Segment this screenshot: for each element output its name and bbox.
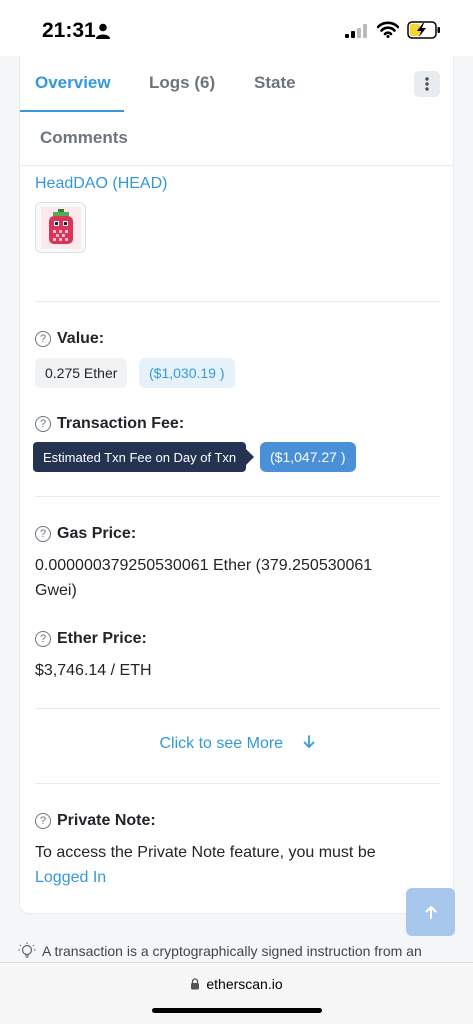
value-usd: ($1,030.19 )	[139, 358, 235, 388]
fee-tooltip: Estimated Txn Fee on Day of Txn	[33, 442, 255, 472]
scroll-to-top-button[interactable]	[406, 888, 455, 936]
tab-bar: Overview Logs (6) State Comments	[20, 56, 453, 166]
tab-state[interactable]: State	[254, 73, 296, 93]
footer-note-text: A transaction is a cryptographically sig…	[42, 943, 422, 959]
question-circle-icon[interactable]: ?	[35, 813, 51, 829]
fee-label-text: Transaction Fee:	[57, 415, 185, 432]
question-circle-icon[interactable]: ?	[35, 526, 51, 542]
fee-usd-badge[interactable]: ($1,047.27 )	[260, 442, 356, 472]
value-amount: 0.275 Ether	[35, 358, 128, 388]
tab-overview[interactable]: Overview	[35, 73, 111, 93]
question-circle-icon[interactable]: ?	[35, 631, 51, 647]
ether-price-label-text: Ether Price:	[57, 630, 147, 647]
arrow-up-icon	[425, 906, 436, 919]
browser-address-bar[interactable]: etherscan.io	[0, 962, 473, 1024]
divider	[35, 301, 440, 302]
nft-thumbnail[interactable]	[35, 202, 86, 253]
tab-comments[interactable]: Comments	[40, 128, 128, 148]
ether-price-value: $3,746.14 / ETH	[35, 662, 152, 679]
lock-icon	[191, 978, 200, 990]
divider	[35, 496, 440, 497]
private-note-text: To access the Private Note feature, you …	[35, 840, 435, 890]
wifi-icon	[376, 21, 400, 43]
gas-price-label-text: Gas Price:	[57, 525, 137, 542]
ether-price-label: ? Ether Price:	[35, 630, 147, 648]
footer-note: A transaction is a cryptographically sig…	[18, 942, 422, 960]
transaction-card: Overview Logs (6) State Comments HeadDAO…	[19, 56, 454, 914]
status-time: 21:31	[42, 19, 96, 42]
kebab-icon	[425, 77, 429, 91]
private-note-label-text: Private Note:	[57, 812, 156, 829]
fee-label: ? Transaction Fee:	[35, 415, 184, 433]
value-label-text: Value:	[57, 330, 105, 347]
status-bar: 21:31	[0, 0, 473, 56]
question-circle-icon[interactable]: ?	[35, 416, 51, 432]
see-more-button[interactable]: Click to see More	[20, 735, 453, 753]
private-note-message: To access the Private Note feature, you …	[35, 844, 376, 861]
divider	[35, 783, 440, 784]
login-link[interactable]: Logged In	[35, 869, 106, 886]
battery-charging-icon	[407, 21, 441, 44]
value-label: ? Value:	[35, 330, 104, 348]
gas-price-label: ? Gas Price:	[35, 525, 136, 543]
more-options-button[interactable]	[414, 71, 440, 97]
active-tab-indicator	[20, 110, 124, 112]
token-link[interactable]: HeadDAO (HEAD)	[35, 175, 167, 193]
private-note-label: ? Private Note:	[35, 812, 156, 830]
url-text: etherscan.io	[206, 976, 283, 992]
question-circle-icon[interactable]: ?	[35, 331, 51, 347]
arrow-down-icon	[303, 735, 314, 748]
lightbulb-icon	[18, 942, 36, 958]
person-icon	[96, 23, 110, 44]
strawberry-nft-image	[40, 206, 81, 249]
tab-logs[interactable]: Logs (6)	[149, 73, 215, 93]
divider	[35, 708, 440, 709]
see-more-label: Click to see More	[159, 735, 284, 752]
gas-price-value: 0.000000379250530061 Ether (379.25053006…	[35, 557, 373, 599]
home-indicator	[152, 1008, 322, 1013]
url-display[interactable]: etherscan.io	[0, 976, 473, 992]
signal-icon	[345, 24, 369, 43]
